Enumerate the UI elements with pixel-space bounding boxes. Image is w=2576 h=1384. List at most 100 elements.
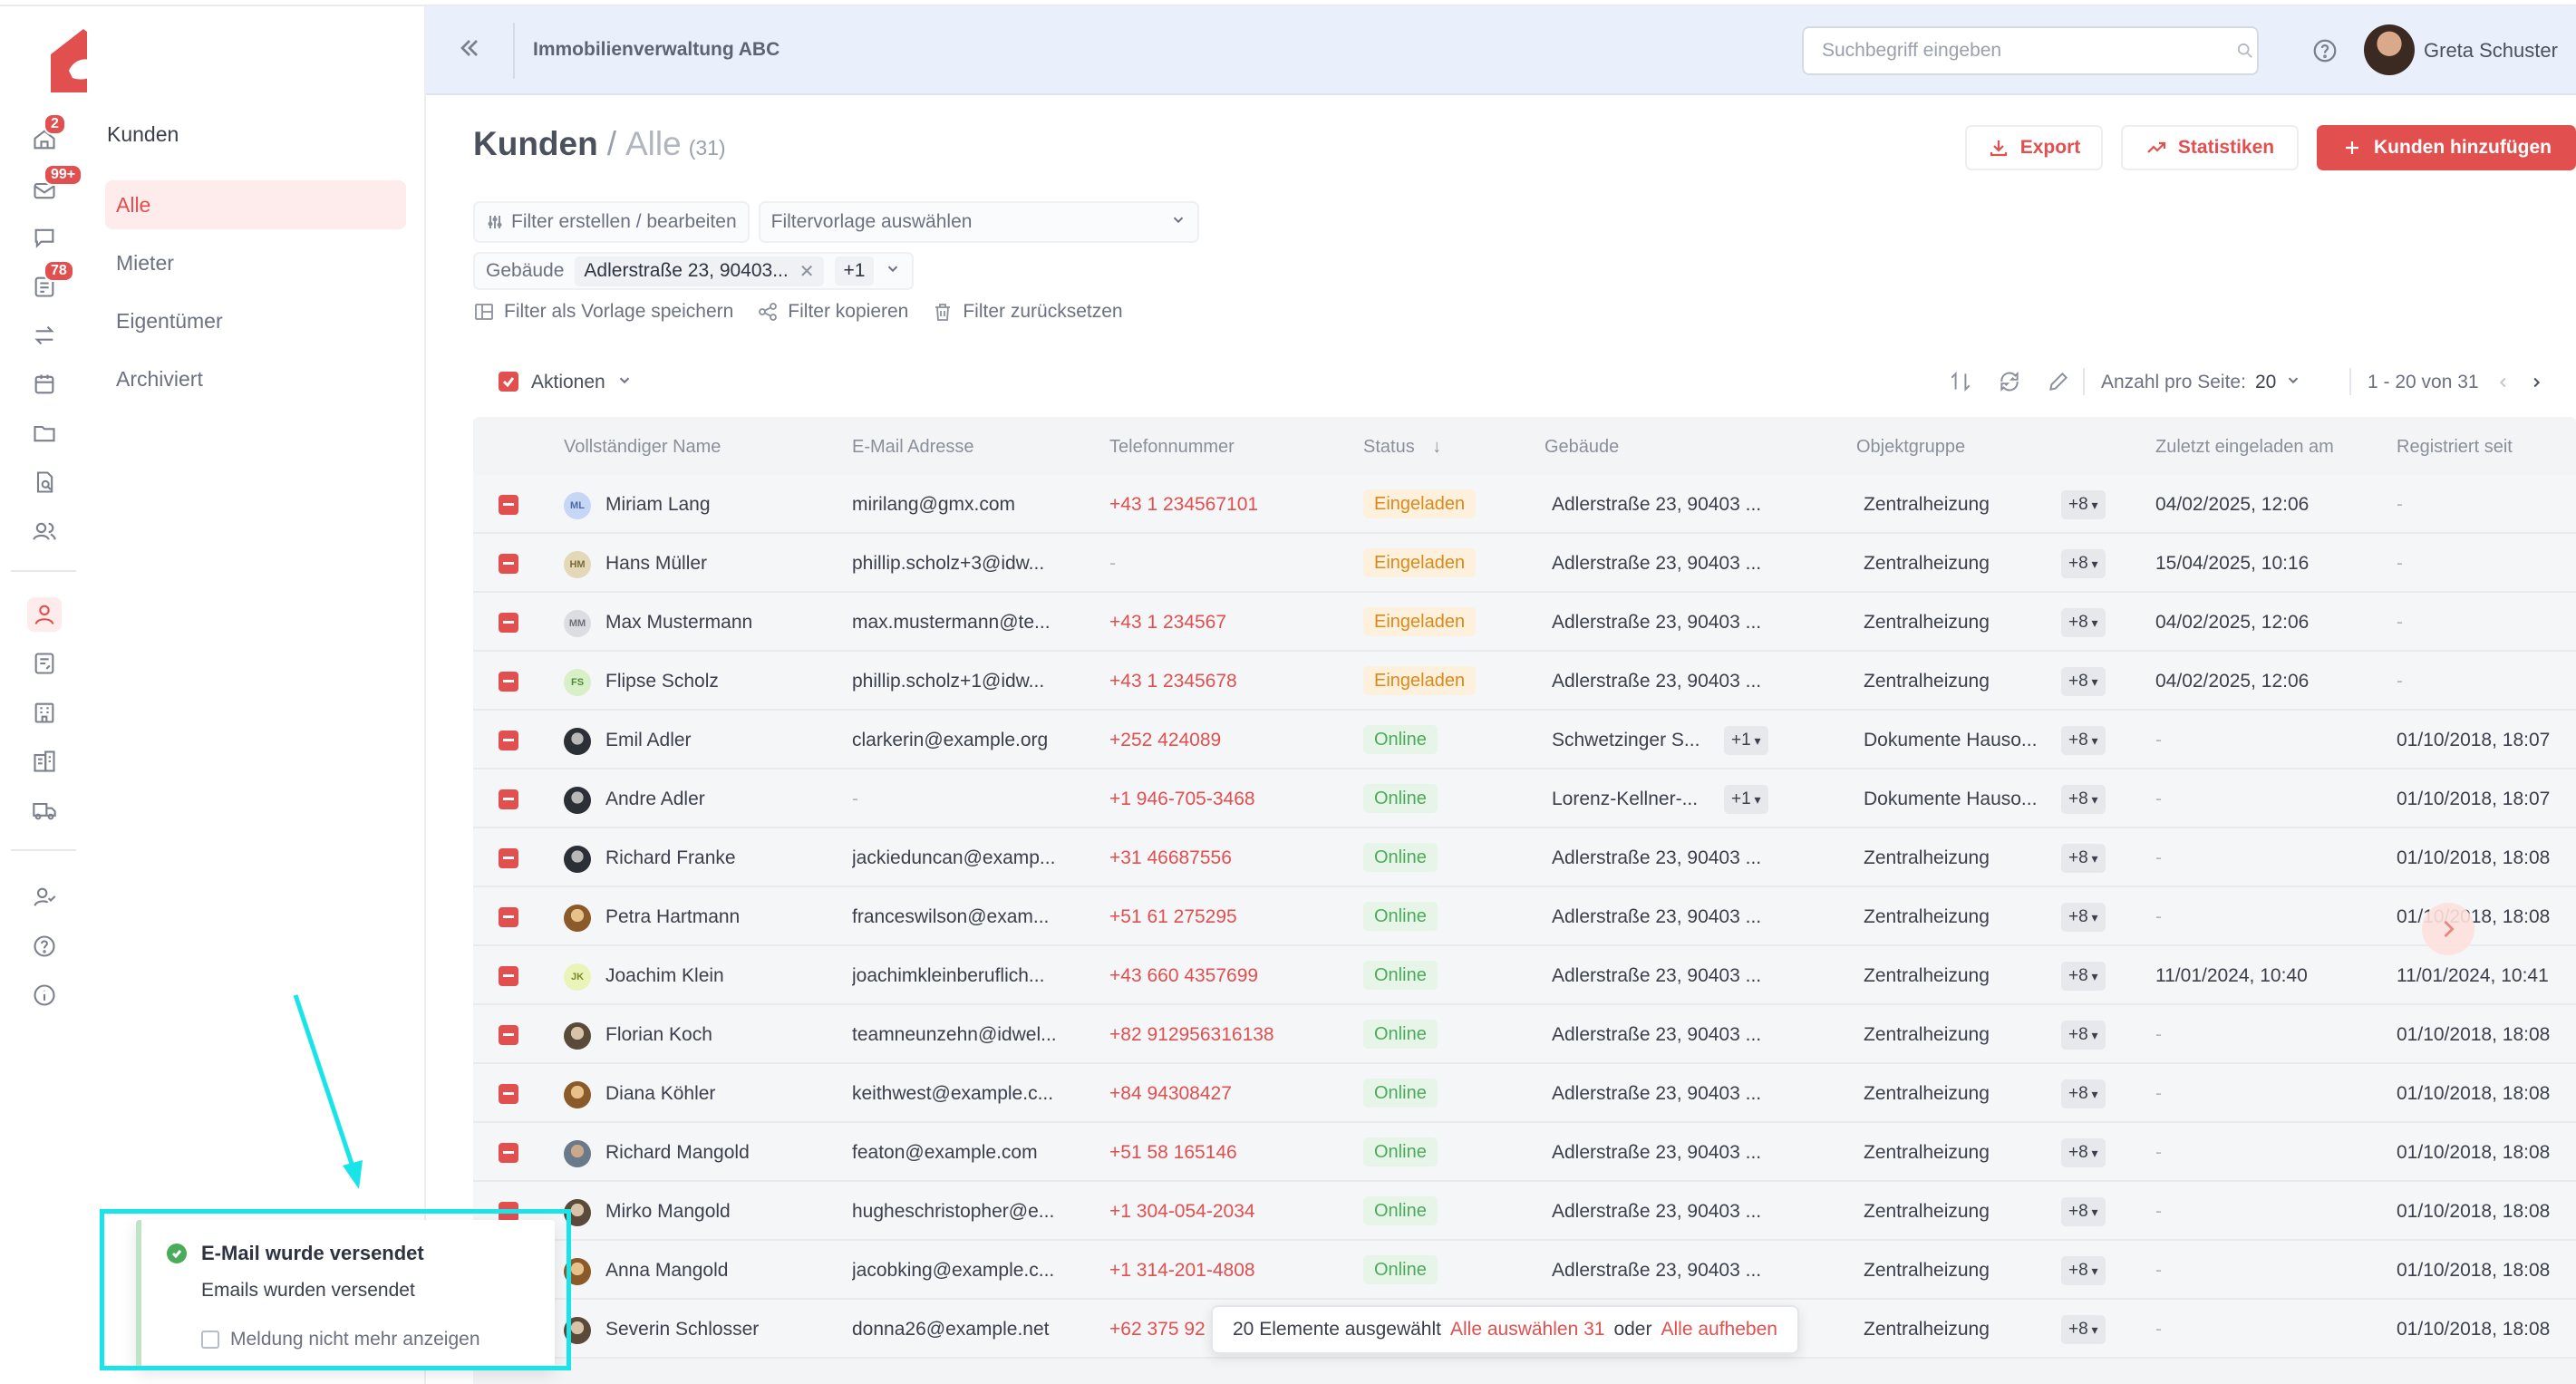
row-checkbox[interactable]: [499, 1084, 518, 1104]
row-checkbox[interactable]: [499, 495, 518, 515]
nav-truck[interactable]: [27, 793, 62, 827]
row-checkbox[interactable]: [499, 672, 518, 692]
row-checkbox[interactable]: [499, 789, 518, 809]
nav-tasks[interactable]: 78: [27, 260, 74, 304]
column-header-group[interactable]: Objektgruppe: [1856, 437, 1965, 458]
row-checkbox[interactable]: [499, 848, 518, 868]
group-more-pill[interactable]: +8: [2061, 1021, 2106, 1050]
nav-user-check[interactable]: [27, 880, 62, 915]
building-more-pill[interactable]: +1: [1724, 785, 1768, 814]
save-filter-template-button[interactable]: Filter als Vorlage speichern: [473, 301, 733, 323]
cell-phone[interactable]: +1 304-054-2034: [1109, 1201, 1345, 1223]
table-row[interactable]: Mirko Mangold hugheschristopher@e... +1 30…: [473, 1182, 2576, 1241]
cell-phone[interactable]: +43 1 2345678: [1109, 671, 1345, 692]
table-row[interactable]: FS Flipse Scholz phillip.scholz+1@idw... +4…: [473, 652, 2576, 711]
group-more-pill[interactable]: +8: [2061, 608, 2106, 637]
select-all-checkbox[interactable]: [499, 372, 518, 392]
column-header-phone[interactable]: Telefonnummer: [1109, 437, 1235, 458]
nav-calendar[interactable]: [27, 367, 62, 402]
table-row[interactable]: Florian Koch teamneunzehn@idwel... +82 912…: [473, 1005, 2576, 1064]
select-all-link[interactable]: Alle auswählen 31: [1450, 1319, 1604, 1340]
nav-building[interactable]: [27, 695, 62, 730]
table-row[interactable]: Anna Mangold jacobking@example.c... +1 314…: [473, 1241, 2576, 1300]
chevron-down-icon[interactable]: [885, 260, 901, 282]
export-button[interactable]: Export: [1965, 125, 2103, 170]
group-more-pill[interactable]: +8: [2061, 903, 2106, 932]
cell-name[interactable]: Flipse Scholz: [605, 671, 841, 692]
nav-contacts[interactable]: [27, 514, 62, 548]
cell-phone[interactable]: +43 1 234567: [1109, 612, 1345, 634]
scroll-right-button[interactable]: [2422, 903, 2474, 955]
row-checkbox[interactable]: [499, 907, 518, 927]
cell-phone[interactable]: +43 1 234567101: [1109, 494, 1345, 516]
cell-name[interactable]: Severin Schlosser: [605, 1319, 841, 1340]
actions-dropdown[interactable]: Aktionen: [531, 372, 633, 393]
row-checkbox[interactable]: [499, 554, 518, 574]
row-checkbox[interactable]: [499, 731, 518, 750]
group-more-pill[interactable]: +8: [2061, 962, 2106, 991]
cell-name[interactable]: Anna Mangold: [605, 1260, 841, 1282]
collapse-sidebar-button[interactable]: [455, 34, 488, 66]
column-header-invited[interactable]: Zuletzt eingeladen am: [2155, 437, 2334, 458]
cell-name[interactable]: Richard Mangold: [605, 1142, 841, 1164]
close-icon[interactable]: ✕: [799, 260, 815, 283]
table-row[interactable]: Petra Hartmann franceswilson@exam... +51 6…: [473, 887, 2576, 946]
table-row[interactable]: JK Joachim Klein joachimkleinberuflich... +…: [473, 946, 2576, 1005]
table-row[interactable]: Richard Mangold featon@example.com +51 58 …: [473, 1123, 2576, 1182]
group-more-pill[interactable]: +8: [2061, 1138, 2106, 1167]
cell-name[interactable]: Joachim Klein: [605, 965, 841, 987]
cell-name[interactable]: Richard Franke: [605, 847, 841, 869]
subnav-item-mieter[interactable]: Mieter: [105, 238, 406, 287]
row-checkbox[interactable]: [499, 613, 518, 633]
subnav-item-alle[interactable]: Alle: [105, 180, 406, 229]
chevron-left-icon[interactable]: [2495, 374, 2512, 391]
cell-phone[interactable]: +1 314-201-4808: [1109, 1260, 1345, 1282]
nav-info[interactable]: [27, 978, 62, 1012]
column-header-name[interactable]: Vollständiger Name: [564, 437, 721, 458]
table-row[interactable]: Diana Köhler keithwest@example.c... +84 94…: [473, 1064, 2576, 1123]
group-more-pill[interactable]: +8: [2061, 726, 2106, 755]
nav-home[interactable]: 2: [27, 113, 66, 157]
statistics-button[interactable]: Statistiken: [2121, 125, 2299, 170]
reset-filter-button[interactable]: Filter zurücksetzen: [932, 301, 1123, 323]
chevron-right-icon[interactable]: [2528, 374, 2544, 391]
nav-customers[interactable]: [27, 597, 62, 632]
nav-mail[interactable]: 99+: [27, 164, 83, 208]
per-page-select[interactable]: Anzahl pro Seite: 20: [2101, 372, 2301, 393]
building-more-pill[interactable]: +1: [1724, 726, 1768, 755]
building-filter[interactable]: Gebäude Adlerstraße 23, 90403... ✕ +1: [473, 252, 915, 290]
sort-button[interactable]: [1949, 370, 1974, 395]
nav-documents[interactable]: [27, 465, 62, 499]
table-row[interactable]: Emil Adler clarkerin@example.org +252 4240…: [473, 711, 2576, 769]
cell-phone[interactable]: +252 424089: [1109, 730, 1345, 751]
copy-filter-button[interactable]: Filter kopieren: [757, 301, 908, 323]
search-input[interactable]: [1802, 26, 2259, 75]
group-more-pill[interactable]: +8: [2061, 490, 2106, 519]
group-more-pill[interactable]: +8: [2061, 1315, 2106, 1344]
filter-template-select[interactable]: Filtervorlage auswählen: [758, 201, 1199, 243]
edit-button[interactable]: [2047, 370, 2072, 395]
row-checkbox[interactable]: [499, 966, 518, 986]
group-more-pill[interactable]: +8: [2061, 1197, 2106, 1226]
cell-name[interactable]: Hans Müller: [605, 553, 841, 575]
column-header-status[interactable]: Status ↓: [1363, 437, 1441, 458]
cell-name[interactable]: Mirko Mangold: [605, 1201, 841, 1223]
table-row[interactable]: MM Max Mustermann max.mustermann@te... +43 …: [473, 593, 2576, 652]
table-row[interactable]: Richard Franke jackieduncan@examp... +31 4…: [473, 828, 2576, 887]
cell-name[interactable]: Florian Koch: [605, 1024, 841, 1046]
cell-name[interactable]: Andre Adler: [605, 789, 841, 810]
nav-folder[interactable]: [27, 416, 62, 450]
subnav-item-archiviert[interactable]: Archiviert: [105, 354, 406, 403]
nav-chat[interactable]: [27, 220, 62, 255]
group-more-pill[interactable]: +8: [2061, 549, 2106, 578]
cell-name[interactable]: Max Mustermann: [605, 612, 841, 634]
user-name[interactable]: Greta Schuster: [2424, 39, 2558, 63]
cell-name[interactable]: Emil Adler: [605, 730, 841, 751]
building-filter-more[interactable]: +1: [834, 256, 875, 286]
cell-name[interactable]: Diana Köhler: [605, 1083, 841, 1105]
nav-buildings[interactable]: [27, 744, 62, 779]
refresh-button[interactable]: [1998, 370, 2023, 395]
cell-phone[interactable]: +51 61 275295: [1109, 906, 1345, 928]
group-more-pill[interactable]: +8: [2061, 1079, 2106, 1108]
deselect-all-link[interactable]: Alle aufheben: [1661, 1319, 1777, 1340]
